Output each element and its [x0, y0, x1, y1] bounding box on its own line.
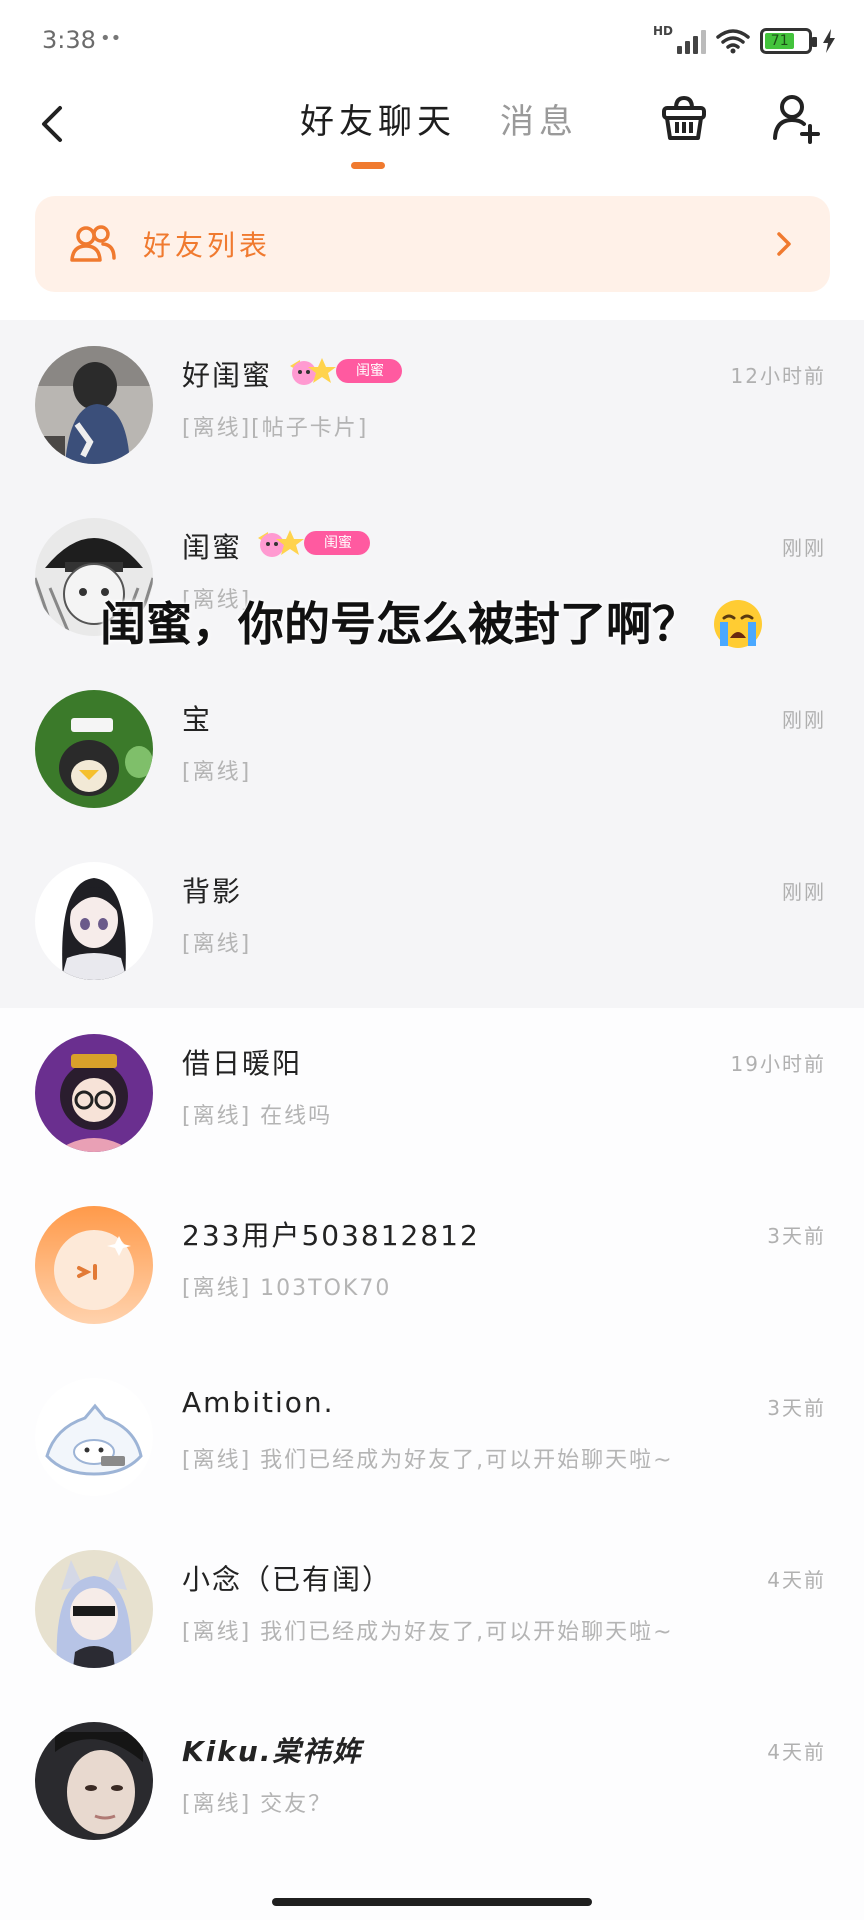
- add-friend-button[interactable]: [770, 92, 822, 144]
- chat-preview: [离线] 我们已经成为好友了,可以开始聊天啦~: [182, 1448, 674, 1473]
- chat-name: 宝: [182, 703, 213, 736]
- chat-name: 背影: [182, 875, 243, 908]
- avatar: [35, 1550, 153, 1668]
- hd-label: HD: [652, 24, 673, 38]
- chat-name: 233用户503812812: [182, 1219, 480, 1252]
- avatar: [35, 1034, 153, 1152]
- chat-preview: [离线][帖子卡片]: [182, 416, 369, 441]
- chat-time: 4天前: [767, 1740, 826, 1764]
- chevron-right-icon: [777, 232, 791, 256]
- chat-name: Ambition.: [182, 1386, 335, 1419]
- avatar: [35, 1378, 153, 1496]
- avatar: [35, 346, 153, 464]
- chevron-left-icon: [42, 106, 62, 142]
- crying-face-icon: [714, 599, 762, 648]
- status-bar: 3:38 •• HD 71: [0, 0, 864, 82]
- chat-name: 借日暖阳: [182, 1047, 303, 1080]
- chat-time: 12小时前: [730, 364, 826, 388]
- chat-time: 4天前: [767, 1568, 826, 1592]
- chat-row[interactable]: 好闺蜜 闺蜜 [离线][帖子卡片] 12小时前: [0, 320, 864, 492]
- chat-row[interactable]: Ambition. [离线] 我们已经成为好友了,可以开始聊天啦~ 3天前: [0, 1352, 864, 1524]
- avatar: [35, 1206, 153, 1324]
- chat-time: 刚刚: [782, 536, 826, 560]
- chat-time: 3天前: [767, 1396, 826, 1420]
- active-tab-indicator: [351, 162, 385, 169]
- battery-level: 71: [765, 33, 795, 49]
- avatar: [35, 862, 153, 980]
- chat-row[interactable]: 背影 [离线] 刚刚: [0, 836, 864, 1008]
- status-icons: HD 71: [653, 24, 836, 58]
- battery-icon: 71: [760, 28, 817, 54]
- status-indicator-dots: ••: [100, 28, 122, 49]
- signal-icon: [677, 28, 706, 54]
- back-button[interactable]: [30, 102, 74, 146]
- home-indicator[interactable]: [272, 1898, 592, 1906]
- bestie-badge: 闺蜜: [286, 356, 402, 386]
- header: 好友聊天 消息: [0, 82, 864, 186]
- bestie-badge: 闺蜜: [254, 528, 370, 558]
- chat-preview: [离线] 我们已经成为好友了,可以开始聊天啦~: [182, 1620, 674, 1645]
- chat-row[interactable]: Kiku.棠祎姩 [离线] 交友？ 4天前: [0, 1696, 864, 1868]
- chat-time: 刚刚: [782, 880, 826, 904]
- basket-button[interactable]: [658, 92, 710, 144]
- chat-name: 好闺蜜: [182, 359, 273, 392]
- chat-row[interactable]: 宝 [离线] 刚刚: [0, 664, 864, 836]
- chat-preview: [离线]: [182, 760, 252, 785]
- wifi-icon: [716, 29, 750, 54]
- chat-preview: [离线] 103TOK70: [182, 1276, 392, 1301]
- bestie-badge-icon: [258, 530, 304, 557]
- bestie-badge-label: 闺蜜: [336, 359, 402, 383]
- bestie-badge-label: 闺蜜: [304, 531, 370, 555]
- status-time: 3:38: [42, 26, 96, 54]
- avatar: [35, 1722, 153, 1840]
- charging-icon: [823, 29, 835, 53]
- basket-icon: [662, 95, 706, 140]
- chat-row[interactable]: 借日暖阳 [离线] 在线吗 19小时前: [0, 1008, 864, 1180]
- chat-row[interactable]: 233用户503812812 [离线] 103TOK70 3天前: [0, 1180, 864, 1352]
- caption-text: 闺蜜，你的号怎么被封了啊？: [100, 597, 698, 651]
- chat-preview: [离线]: [182, 932, 252, 957]
- chat-preview: [离线] 在线吗: [182, 1104, 333, 1129]
- chat-time: 3天前: [767, 1224, 826, 1248]
- video-caption: 闺蜜，你的号怎么被封了啊？: [0, 588, 864, 654]
- friend-list-banner[interactable]: 好友列表: [35, 196, 830, 292]
- bestie-badge-icon: [290, 358, 336, 385]
- friends-icon: [70, 225, 116, 262]
- chat-name: Kiku.棠祎姩: [182, 1735, 363, 1768]
- chat-row[interactable]: 小念（已有闺） [离线] 我们已经成为好友了,可以开始聊天啦~ 4天前: [0, 1524, 864, 1696]
- chat-name: 闺蜜: [182, 531, 243, 564]
- chat-time: 刚刚: [782, 708, 826, 732]
- chat-time: 19小时前: [730, 1052, 826, 1076]
- friend-list-label: 好友列表: [143, 229, 272, 262]
- tab-messages[interactable]: 消息: [500, 94, 578, 143]
- chat-preview: [离线] 交友？: [182, 1792, 333, 1817]
- add-user-icon: [773, 95, 820, 144]
- chat-name: 小念（已有闺）: [182, 1563, 393, 1596]
- tab-friends-chat[interactable]: 好友聊天: [300, 94, 456, 143]
- avatar: [35, 690, 153, 808]
